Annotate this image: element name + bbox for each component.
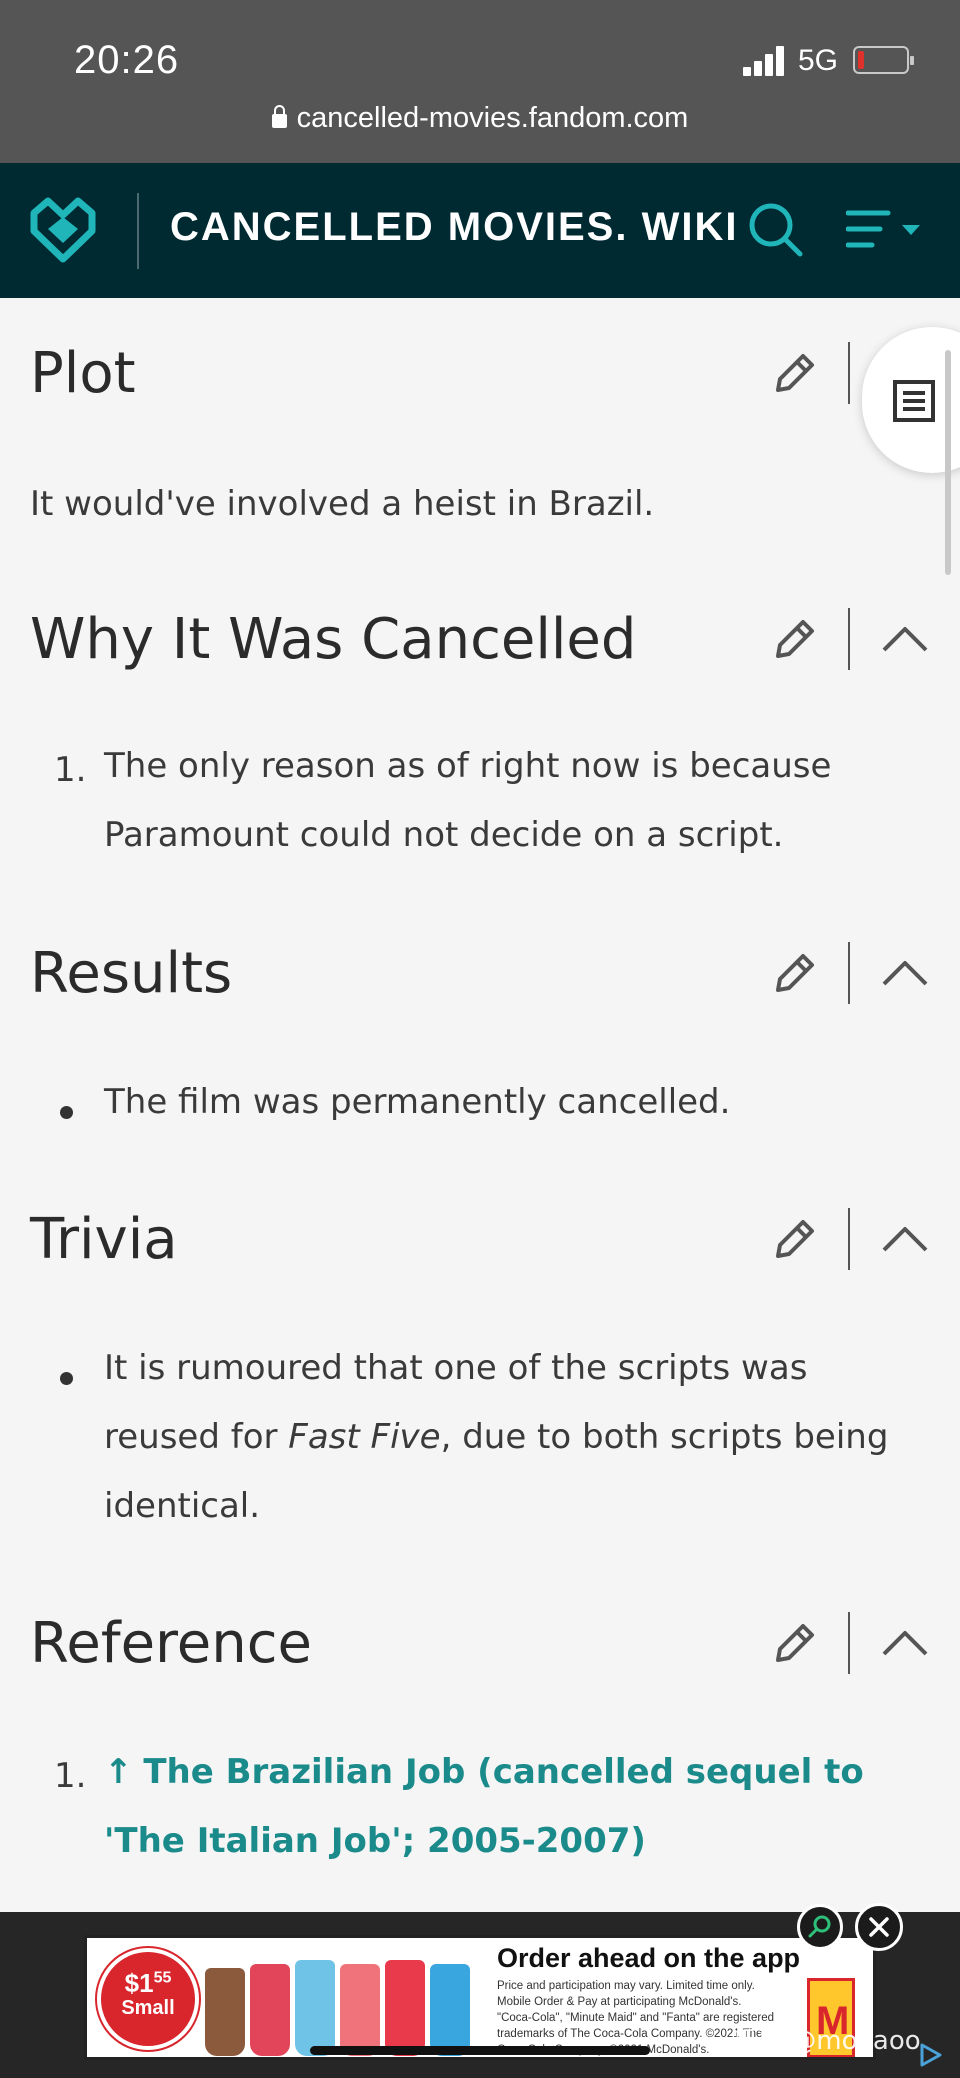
- close-icon: [869, 1917, 889, 1937]
- section-heading-results: Results: [30, 941, 233, 1006]
- why-line-1: The only reason as of right now is becau…: [104, 746, 832, 786]
- trivia-text: , due to both scripts being: [440, 1417, 889, 1457]
- url-text: cancelled-movies.fandom.com: [296, 102, 689, 134]
- chevron-up-icon[interactable]: [880, 1626, 930, 1660]
- edit-pencil-icon[interactable]: [770, 1618, 820, 1668]
- list-item: ↑ The Brazilian Job (cancelled sequel to…: [104, 1738, 934, 1876]
- chevron-up-icon[interactable]: [880, 1222, 930, 1256]
- ad-close-button[interactable]: [855, 1903, 903, 1951]
- ad-headline: Order ahead on the app: [497, 1943, 801, 1973]
- toc-icon: [893, 380, 935, 422]
- section-heading-trivia: Trivia: [30, 1207, 178, 1272]
- battery-icon: [853, 46, 914, 74]
- edit-pencil-icon[interactable]: [770, 1214, 820, 1264]
- price-badge: $155 Small: [97, 1948, 199, 2050]
- section-divider: [848, 942, 850, 1004]
- list-item: It is rumoured that one of the scripts w…: [104, 1334, 934, 1541]
- drink-cups-image: [205, 1946, 485, 2056]
- edit-pencil-icon[interactable]: [770, 348, 820, 398]
- list-item: The film was permanently cancelled.: [104, 1082, 731, 1122]
- ad-info-button[interactable]: [797, 1904, 843, 1950]
- section-divider: [848, 342, 850, 404]
- network-type: 5G: [798, 44, 839, 77]
- list-item: The only reason as of right now is becau…: [104, 732, 934, 870]
- fine-print-line: Mobile Order & Pay at participating McDo…: [497, 1996, 742, 2008]
- chevron-up-icon[interactable]: [880, 622, 930, 656]
- reference-link-cont[interactable]: 'The Italian Job'; 2005-2007): [104, 1807, 934, 1876]
- bullet-marker: [60, 1372, 73, 1385]
- plot-text: It would've involved a heist in Brazil.: [30, 484, 655, 524]
- trivia-line-1: It is rumoured that one of the scripts w…: [104, 1348, 808, 1388]
- section-heading-plot: Plot: [30, 341, 136, 406]
- ad-info-icon: [808, 1915, 831, 1938]
- price-size: Small: [121, 1997, 175, 2019]
- watermark: 知乎 @moyaoo: [730, 2026, 921, 2056]
- scrollbar[interactable]: [945, 350, 951, 575]
- status-time: 20:26: [74, 38, 180, 82]
- search-icon[interactable]: [745, 199, 805, 259]
- wiki-header: CANCELLED MOVIES. WIKI: [0, 163, 960, 298]
- trivia-line-3: identical.: [104, 1486, 261, 1526]
- price-cents: 55: [153, 1969, 172, 1987]
- list-number: 1.: [54, 750, 87, 790]
- backlink-arrow[interactable]: ↑: [104, 1752, 133, 1792]
- edit-pencil-icon[interactable]: [770, 948, 820, 998]
- section-heading-why: Why It Was Cancelled: [30, 607, 637, 672]
- header-divider: [137, 193, 139, 269]
- bullet-marker: [60, 1106, 73, 1119]
- trivia-line-2: reused for Fast Five, due to both script…: [104, 1403, 934, 1472]
- wiki-title[interactable]: CANCELLED MOVIES. WIKI: [170, 205, 738, 250]
- section-divider: [848, 1208, 850, 1270]
- address-bar[interactable]: cancelled-movies.fandom.com: [0, 102, 960, 135]
- menu-icon[interactable]: [846, 209, 936, 249]
- home-indicator[interactable]: [310, 2046, 650, 2055]
- chevron-up-icon[interactable]: [880, 956, 930, 990]
- fine-print-line: Price and participation may vary. Limite…: [497, 1980, 755, 1992]
- lock-icon: [271, 105, 287, 128]
- section-heading-reference: Reference: [30, 1611, 312, 1676]
- section-divider: [848, 1612, 850, 1674]
- status-bar: 20:26 5G cancelled-movies.fandom.com: [0, 0, 960, 163]
- edit-pencil-icon[interactable]: [770, 614, 820, 664]
- trivia-text: reused for: [104, 1417, 289, 1457]
- adchoices-icon[interactable]: [918, 2042, 944, 2068]
- fandom-logo-icon[interactable]: [28, 195, 98, 265]
- film-title: Fast Five: [288, 1417, 441, 1457]
- signal-icon: [743, 46, 787, 76]
- list-number: 1.: [54, 1756, 87, 1796]
- section-divider: [848, 608, 850, 670]
- reference-link[interactable]: The Brazilian Job (cancelled sequel to: [143, 1752, 863, 1792]
- why-line-2: Paramount could not decide on a script.: [104, 815, 784, 855]
- price-dollars: $1: [124, 1968, 154, 1998]
